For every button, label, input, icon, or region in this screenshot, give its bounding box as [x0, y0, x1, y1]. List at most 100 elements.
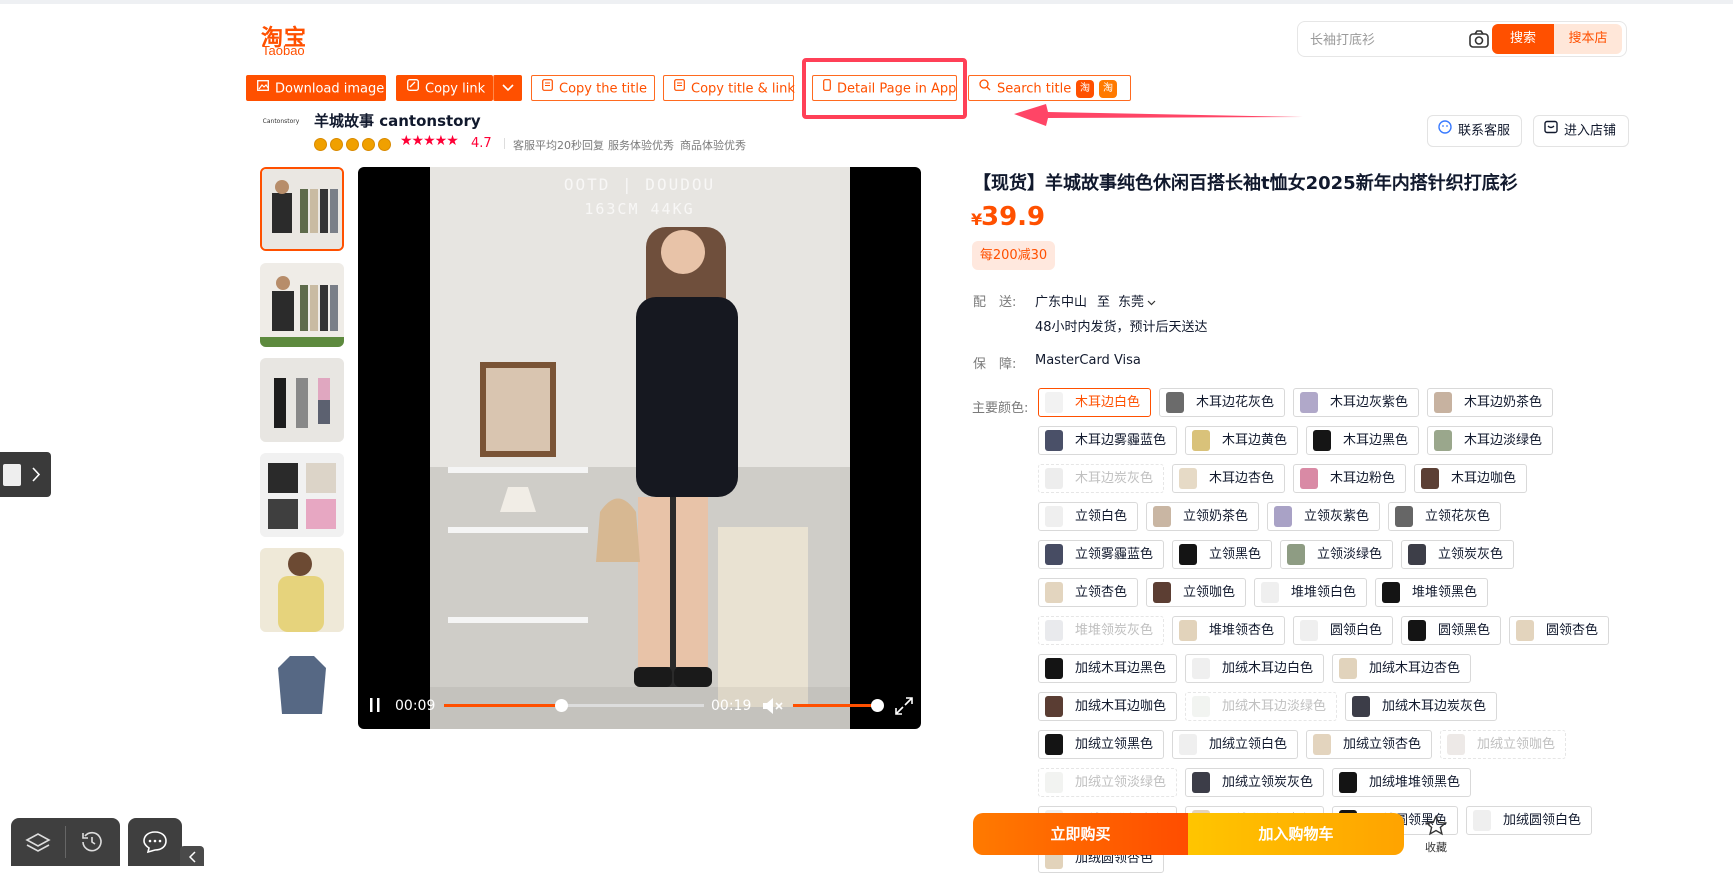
- chat-button[interactable]: [128, 818, 182, 866]
- color-option[interactable]: 木耳边黑色: [1306, 426, 1419, 455]
- color-swatch: [1192, 696, 1210, 717]
- thumbnail-3[interactable]: [260, 358, 344, 442]
- mute-icon[interactable]: [761, 696, 785, 716]
- color-swatch: [1045, 734, 1063, 755]
- contact-service-button[interactable]: 联系客服: [1427, 115, 1522, 147]
- color-option[interactable]: 立领奶茶色: [1146, 502, 1259, 531]
- fullscreen-icon[interactable]: [894, 696, 914, 716]
- color-option[interactable]: 木耳边灰紫色: [1293, 388, 1419, 417]
- color-option[interactable]: 立领咖色: [1146, 578, 1246, 607]
- volume-knob[interactable]: [870, 699, 884, 712]
- color-option[interactable]: 加绒木耳边炭灰色: [1345, 692, 1497, 721]
- color-option[interactable]: 木耳边咖色: [1414, 464, 1527, 493]
- download-image-button[interactable]: Download image: [246, 75, 386, 101]
- shop-logo[interactable]: Cantonstory: [260, 117, 302, 145]
- side-expand-tab[interactable]: [0, 452, 51, 497]
- thumbnail-4[interactable]: [260, 453, 344, 537]
- thumbnail-2[interactable]: [260, 263, 344, 347]
- color-option-label: 堆堆领炭灰色: [1075, 623, 1154, 638]
- color-option-label: 木耳边淡绿色: [1464, 433, 1543, 448]
- color-option[interactable]: 堆堆领黑色: [1375, 578, 1488, 607]
- camera-icon[interactable]: [1468, 29, 1490, 49]
- color-swatch: [1421, 468, 1439, 489]
- color-option[interactable]: 加绒堆堆领黑色: [1332, 768, 1471, 797]
- search-store-button[interactable]: 搜本店: [1554, 24, 1622, 54]
- crown-icon: [378, 138, 391, 151]
- color-option-label: 加绒立领炭灰色: [1222, 775, 1314, 790]
- favorite-button[interactable]: 收藏: [1421, 814, 1451, 855]
- buy-now-button[interactable]: 立即购买: [973, 813, 1188, 855]
- color-swatch: [1192, 430, 1210, 451]
- color-option[interactable]: 加绒圆领白色: [1466, 806, 1592, 835]
- color-option[interactable]: 立领白色: [1038, 502, 1138, 531]
- color-option[interactable]: 加绒木耳边咖色: [1038, 692, 1177, 721]
- color-option[interactable]: 堆堆领炭灰色: [1038, 616, 1164, 645]
- color-option[interactable]: 立领杏色: [1038, 578, 1138, 607]
- color-option[interactable]: 堆堆领杏色: [1172, 616, 1285, 645]
- add-to-cart-button[interactable]: 加入购物车: [1188, 813, 1404, 855]
- color-option[interactable]: 立领黑色: [1172, 540, 1272, 569]
- thumbnail-5[interactable]: [260, 548, 344, 632]
- color-option[interactable]: 木耳边炭灰色: [1038, 464, 1164, 493]
- taobao-badge[interactable]: 淘: [1099, 80, 1117, 98]
- color-option[interactable]: 加绒木耳边杏色: [1332, 654, 1471, 683]
- color-option[interactable]: 木耳边白色: [1038, 388, 1151, 417]
- total-time: 00:19: [711, 698, 752, 714]
- color-option[interactable]: 加绒立领淡绿色: [1038, 768, 1177, 797]
- color-option-label: 加绒立领白色: [1209, 737, 1288, 752]
- color-option[interactable]: 加绒木耳边黑色: [1038, 654, 1177, 683]
- color-option-label: 立领黑色: [1209, 547, 1262, 562]
- guarantee-value: MasterCard Visa: [1035, 353, 1141, 368]
- color-option[interactable]: 加绒立领杏色: [1306, 730, 1432, 759]
- volume-track[interactable]: [793, 699, 884, 712]
- search-button[interactable]: 搜索: [1492, 24, 1554, 54]
- color-option[interactable]: 木耳边花灰色: [1159, 388, 1285, 417]
- color-swatch: [1179, 544, 1197, 565]
- color-option[interactable]: 木耳边淡绿色: [1427, 426, 1553, 455]
- product-video[interactable]: OOTD | DOUDOU 163CM 44KG 00:09 00:19: [358, 167, 921, 729]
- color-option[interactable]: 立领炭灰色: [1401, 540, 1514, 569]
- promo-badge[interactable]: 每200减30: [972, 241, 1055, 270]
- color-option[interactable]: 木耳边粉色: [1293, 464, 1406, 493]
- thumbnail-1[interactable]: [260, 167, 344, 251]
- color-option[interactable]: 加绒木耳边淡绿色: [1185, 692, 1337, 721]
- copy-title-button[interactable]: Copy the title: [531, 75, 655, 101]
- video-progress-track[interactable]: [444, 699, 704, 712]
- color-option-label: 木耳边黑色: [1343, 433, 1409, 448]
- color-option[interactable]: 加绒立领炭灰色: [1185, 768, 1324, 797]
- color-option[interactable]: 立领花灰色: [1388, 502, 1501, 531]
- copy-title-link-button[interactable]: Copy title & link: [663, 75, 795, 101]
- enter-store-button[interactable]: 进入店铺: [1533, 115, 1629, 147]
- thumbnail-image: [260, 453, 344, 537]
- pause-icon[interactable]: [368, 696, 382, 714]
- shop-name[interactable]: 羊城故事 cantonstory: [314, 110, 481, 131]
- color-option[interactable]: 加绒木耳边白色: [1185, 654, 1324, 683]
- ship-to-selector[interactable]: 东莞: [1118, 291, 1156, 310]
- color-option[interactable]: 立领灰紫色: [1267, 502, 1380, 531]
- video-progress-knob[interactable]: [555, 699, 568, 712]
- copy-link-dropdown[interactable]: [493, 75, 522, 101]
- thumbnail-6[interactable]: [260, 644, 344, 728]
- color-option[interactable]: 木耳边杏色: [1172, 464, 1285, 493]
- taobao-logo-text[interactable]: Taobao: [262, 43, 305, 58]
- layers-icon[interactable]: [25, 832, 51, 854]
- color-option[interactable]: 加绒立领黑色: [1038, 730, 1164, 759]
- color-option[interactable]: 木耳边奶茶色: [1427, 388, 1553, 417]
- color-option[interactable]: 木耳边黄色: [1185, 426, 1298, 455]
- color-option[interactable]: 圆领白色: [1293, 616, 1393, 645]
- collapse-button[interactable]: [180, 846, 204, 866]
- color-option[interactable]: 加绒立领白色: [1172, 730, 1298, 759]
- history-icon[interactable]: [80, 830, 104, 854]
- color-option[interactable]: 木耳边雾霾蓝色: [1038, 426, 1177, 455]
- taobao-app-badge[interactable]: 淘: [1076, 80, 1094, 98]
- color-option[interactable]: 立领雾霾蓝色: [1038, 540, 1164, 569]
- color-option[interactable]: 立领淡绿色: [1280, 540, 1393, 569]
- color-swatch: [1166, 392, 1184, 413]
- copy-link-button[interactable]: Copy link: [396, 75, 493, 101]
- color-option[interactable]: 圆领黑色: [1401, 616, 1501, 645]
- color-option[interactable]: 加绒立领咖色: [1440, 730, 1566, 759]
- color-option[interactable]: 堆堆领白色: [1254, 578, 1367, 607]
- image-icon: [257, 76, 269, 100]
- mini-thumbnail: [3, 464, 21, 486]
- color-option[interactable]: 圆领杏色: [1509, 616, 1609, 645]
